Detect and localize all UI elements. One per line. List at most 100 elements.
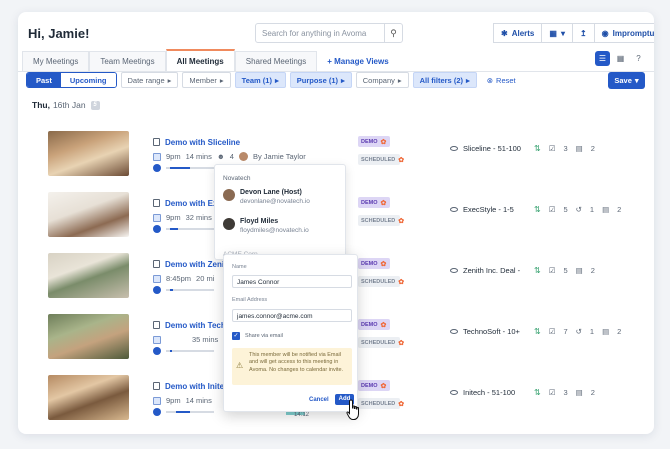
name-field[interactable]: James Connor xyxy=(232,275,352,288)
meeting-duration: 14 mins xyxy=(185,152,212,161)
help-icon[interactable]: ? xyxy=(631,51,646,66)
meeting-thumbnail[interactable] xyxy=(48,375,129,420)
participant-item[interactable]: Devon Lane (Host) devonlane@novatech.io xyxy=(223,189,310,205)
deal-icon xyxy=(450,146,458,151)
meeting-title[interactable]: Demo with Zenit xyxy=(153,260,227,269)
reset-button[interactable]: ⊗ Reset xyxy=(481,72,522,88)
meeting-meta: 35 mins xyxy=(153,335,218,344)
upcoming-toggle[interactable]: Upcoming xyxy=(60,73,116,87)
reset-label: Reset xyxy=(496,75,516,85)
team-filter[interactable]: Team (1) ▸ xyxy=(234,72,286,88)
tasks-icon[interactable]: ☑ xyxy=(549,327,556,336)
upload-button[interactable]: ↥ xyxy=(572,23,595,43)
meeting-thumbnail[interactable] xyxy=(48,253,129,298)
email-field[interactable]: james.connor@acme.com xyxy=(232,309,352,322)
tasks-count: 5 xyxy=(563,205,568,214)
alerts-button[interactable]: ✱ Alerts xyxy=(493,23,543,43)
play-icon[interactable] xyxy=(153,347,161,355)
date-range-filter[interactable]: Date range ▸ xyxy=(120,72,179,88)
company-cell[interactable]: Sliceline - 51-100 xyxy=(450,144,521,153)
company-cell[interactable]: Initech - 51-100 xyxy=(450,388,515,397)
company-cell[interactable]: ExecStyle - 1-5 xyxy=(450,205,514,214)
chevron-right-icon: ▸ xyxy=(219,75,224,85)
play-icon[interactable] xyxy=(153,408,161,416)
sentiment-icon[interactable]: ⇅ xyxy=(534,144,541,153)
meeting-stats: ⇅ ☑ 5 ↺ 1 ▤ 2 xyxy=(534,205,621,214)
impromptu-button[interactable]: ◉ Impromptu xyxy=(594,23,654,43)
status-badge: SCHEDULED ✿ xyxy=(358,154,404,165)
deal-icon xyxy=(450,207,458,212)
notes-icon[interactable]: ▤ xyxy=(576,266,583,275)
meeting-thumbnail[interactable] xyxy=(48,131,129,176)
play-icon[interactable] xyxy=(153,286,161,294)
cancel-button[interactable]: Cancel xyxy=(309,397,329,403)
search-icon[interactable]: ⚲ xyxy=(384,24,402,42)
share-email-checkbox[interactable]: ✓ xyxy=(232,332,240,340)
participant-email: devonlane@novatech.io xyxy=(240,198,310,205)
company-name: Sliceline - 51-100 xyxy=(463,144,521,153)
status-label: SCHEDULED xyxy=(361,217,396,224)
search-input[interactable]: Search for anything in Avoma ⚲ xyxy=(255,23,403,43)
meeting-title[interactable]: Demo with Techn xyxy=(153,321,231,330)
status-label: SCHEDULED xyxy=(361,339,396,346)
chevron-right-icon: ▸ xyxy=(167,75,172,85)
attendees-icon[interactable]: ☻ xyxy=(217,152,225,161)
playback-track[interactable] xyxy=(166,289,214,291)
sentiment-icon[interactable]: ⇅ xyxy=(534,327,541,336)
shares-count: 1 xyxy=(589,327,595,336)
company-cell[interactable]: Zenith Inc. Deal - xyxy=(450,266,520,275)
meeting-title[interactable]: Demo with Sliceline xyxy=(153,138,240,147)
list-view-icon[interactable]: ☰ xyxy=(595,51,610,66)
meeting-title[interactable]: Demo with Initech xyxy=(153,382,233,391)
shares-icon[interactable]: ↺ xyxy=(576,327,582,336)
team-label: Team (1) xyxy=(241,75,272,85)
play-icon[interactable] xyxy=(153,225,161,233)
playback-track[interactable] xyxy=(166,228,214,230)
manage-views-link[interactable]: + Manage Views xyxy=(317,51,398,71)
tab-all-meetings[interactable]: All Meetings xyxy=(165,49,235,71)
notes-icon[interactable]: ▤ xyxy=(576,144,583,153)
company-filter[interactable]: Company ▸ xyxy=(355,72,409,88)
tasks-icon[interactable]: ☑ xyxy=(549,144,556,153)
playback-track[interactable] xyxy=(166,411,214,413)
member-filter[interactable]: Member ▸ xyxy=(182,72,231,88)
sentiment-icon[interactable]: ⇅ xyxy=(534,388,541,397)
record-icon: ◉ xyxy=(601,28,609,38)
meeting-thumbnail[interactable] xyxy=(48,192,129,237)
calendar-dropdown-button[interactable]: ▦ ▾ xyxy=(542,23,573,43)
status-label: SCHEDULED xyxy=(361,278,396,285)
calendar-view-icon[interactable]: ▦ xyxy=(613,51,628,66)
tab-shared-meetings[interactable]: Shared Meetings xyxy=(234,51,318,71)
playback-track[interactable] xyxy=(166,167,214,169)
play-icon[interactable] xyxy=(153,164,161,172)
notes-icon[interactable]: ▤ xyxy=(576,388,583,397)
notes-count: 2 xyxy=(617,327,622,336)
shares-icon[interactable]: ↺ xyxy=(576,205,582,214)
hubspot-icon: ✿ xyxy=(380,260,387,268)
meeting-stats: ⇅ ☑ 5 ▤ 2 xyxy=(534,266,595,275)
notes-icon[interactable]: ▤ xyxy=(602,327,609,336)
past-toggle[interactable]: Past xyxy=(27,73,61,87)
all-filters-button[interactable]: All filters (2) ▸ xyxy=(412,72,477,88)
sentiment-icon[interactable]: ⇅ xyxy=(534,205,541,214)
playback-track[interactable] xyxy=(166,350,214,352)
calendar-icon: ▦ xyxy=(549,28,557,38)
participant-item[interactable]: Floyd Miles floydmiles@novatech.io xyxy=(223,218,309,234)
tasks-icon[interactable]: ☑ xyxy=(549,266,556,275)
tasks-icon[interactable]: ☑ xyxy=(549,388,556,397)
reset-icon: ⊗ xyxy=(486,75,494,85)
sentiment-icon[interactable]: ⇅ xyxy=(534,266,541,275)
purpose-filter[interactable]: Purpose (1) ▸ xyxy=(289,72,352,88)
tab-my-meetings[interactable]: My Meetings xyxy=(22,51,90,71)
participant-name: Floyd Miles xyxy=(240,218,279,225)
notes-icon[interactable]: ▤ xyxy=(602,205,609,214)
meeting-duration: 32 mins xyxy=(185,213,212,222)
meeting-thumbnail[interactable] xyxy=(48,314,129,359)
tab-team-meetings[interactable]: Team Meetings xyxy=(89,51,166,71)
save-button[interactable]: Save ▾ xyxy=(608,72,645,89)
header-actions: ✱ Alerts ▦ ▾ ↥ ◉ Impromptu xyxy=(493,23,654,43)
calendar-icon xyxy=(153,152,161,161)
company-cell[interactable]: TechnoSoft - 10+ xyxy=(450,327,520,336)
tasks-icon[interactable]: ☑ xyxy=(549,205,556,214)
notice-text: This member will be notified via Email a… xyxy=(249,352,344,373)
